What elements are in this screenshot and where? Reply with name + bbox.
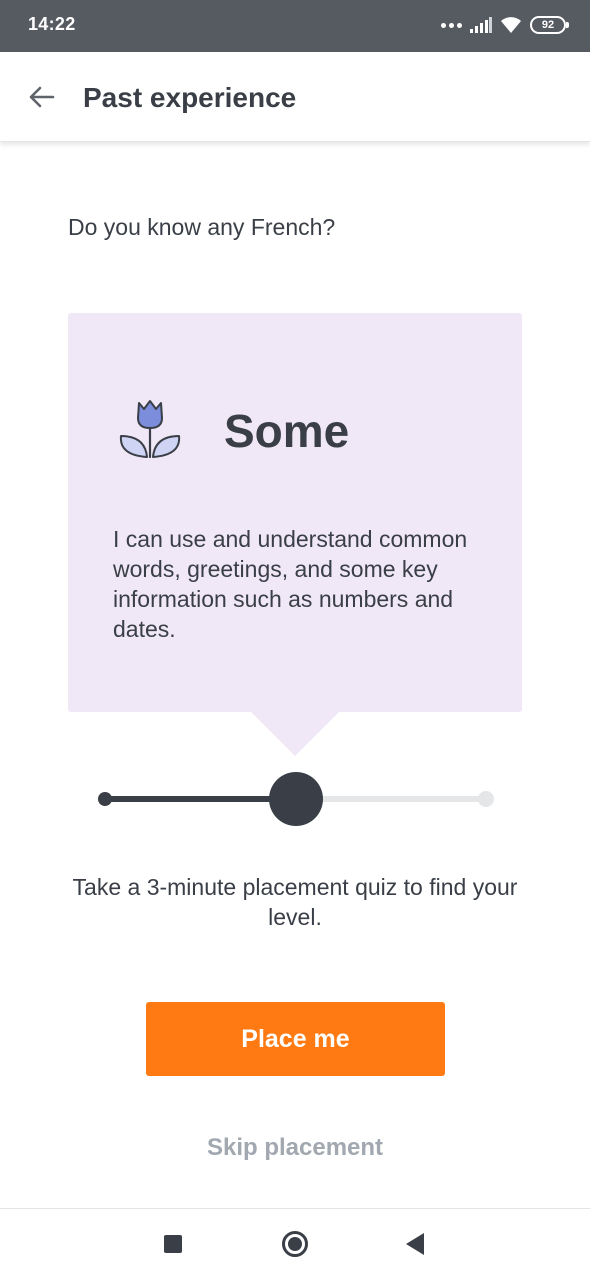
status-time: 14:22: [28, 14, 76, 34]
battery-icon: 92: [530, 16, 569, 34]
status-icons: 92: [441, 12, 569, 38]
skip-placement-link[interactable]: Skip placement: [145, 1134, 445, 1162]
level-title: Some: [224, 405, 350, 457]
tulip-icon: [119, 400, 181, 459]
more-dots-icon: [441, 22, 462, 28]
signal-icon: [470, 17, 492, 33]
question-text: Do you know any French?: [68, 214, 336, 240]
page-title: Past experience: [83, 82, 297, 113]
recent-apps-icon[interactable]: [164, 1235, 182, 1253]
status-bar: 14:22 92: [0, 0, 590, 52]
wifi-icon: [501, 17, 521, 33]
arrow-left-icon: [29, 86, 55, 108]
battery-level: 92: [541, 19, 555, 31]
level-card: [68, 313, 522, 712]
slider-step-start[interactable]: [98, 792, 112, 806]
card-pointer: [250, 711, 340, 756]
slider-thumb[interactable]: [268, 772, 323, 826]
back-triangle-icon[interactable]: [406, 1233, 424, 1255]
slider-track-fill: [104, 796, 296, 802]
place-me-button[interactable]: Place me: [146, 1002, 445, 1076]
app-bar: Past experience: [0, 52, 590, 142]
back-button[interactable]: [20, 76, 62, 118]
slider-step-end[interactable]: [478, 791, 494, 807]
level-description: I can use and understand common words, g…: [113, 526, 468, 642]
experience-slider[interactable]: [96, 772, 496, 826]
home-icon[interactable]: [282, 1231, 308, 1257]
placement-quiz-text: Take a 3-minute placement quiz to find y…: [72, 874, 518, 930]
system-nav-bar: [0, 1208, 590, 1280]
